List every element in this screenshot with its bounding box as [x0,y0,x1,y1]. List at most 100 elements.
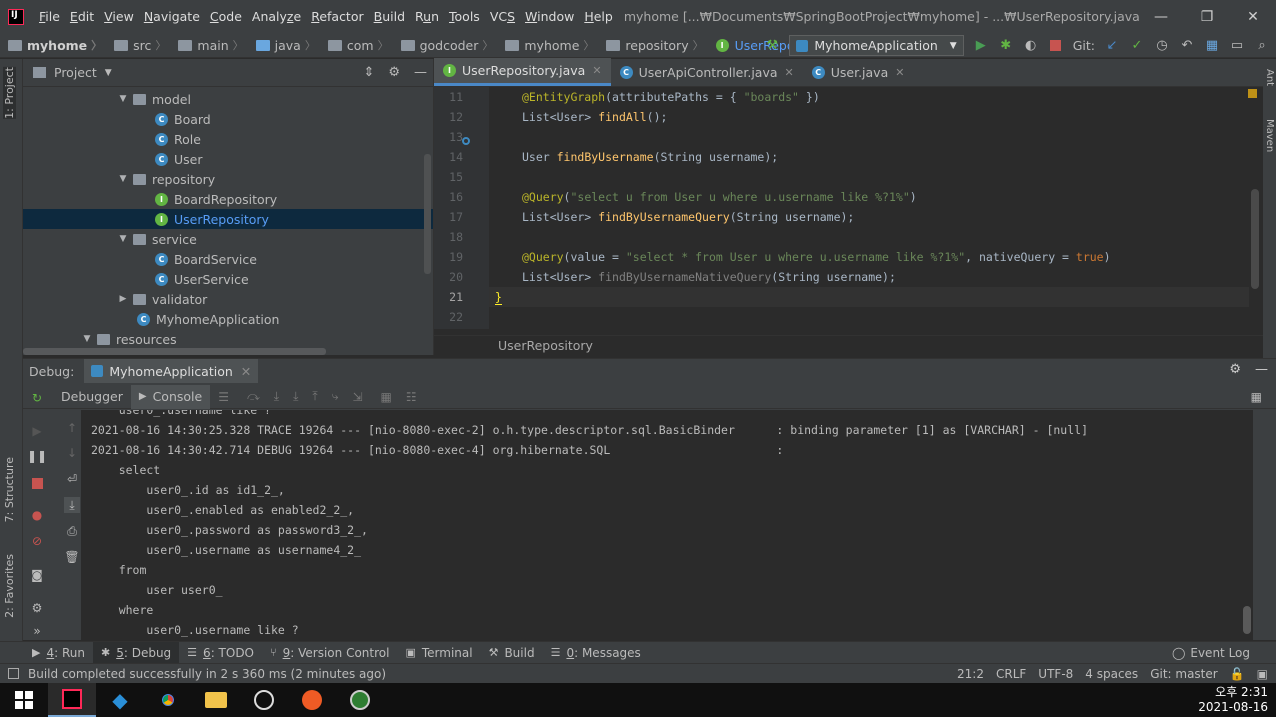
close-icon[interactable]: ✕ [241,364,251,379]
step-over-icon[interactable]: ⤼ [247,389,260,404]
resume-icon[interactable]: ▶ [29,423,45,439]
layout-icon[interactable]: ☰ [218,390,229,404]
breadcrumb-myhome[interactable]: myhome 〉 [0,37,102,53]
presentation-icon[interactable]: ▭ [1229,38,1245,54]
more-icon[interactable]: » [29,623,45,639]
warning-marker-icon[interactable] [1248,89,1257,98]
tool-tab-build[interactable]: ⚒ Build [481,642,543,664]
run-to-cursor-icon[interactable]: ⇲ [352,390,362,404]
coverage-icon[interactable]: ◐ [1023,38,1039,54]
menu-view[interactable]: View [99,9,139,24]
tree-item-resources[interactable]: ▼ resources [23,329,433,349]
project-scrollbar[interactable] [424,154,431,274]
tab-userrepository-java[interactable]: I UserRepository.java ✕ [434,58,611,86]
chevron-down-icon[interactable]: ▼ [105,68,112,78]
minimize-icon[interactable]: — [1138,0,1184,33]
tool-tab-debug[interactable]: ✱ 5: Debug [92,641,180,664]
expand-arrow-icon[interactable]: ▼ [117,174,129,184]
rerun-icon[interactable]: ↻ [29,390,45,406]
breadcrumb-main[interactable]: main 〉 [170,37,244,53]
tool-tab-versioncontrol[interactable]: ⑂ 9: Version Control [262,642,397,664]
trace-icon[interactable]: ☷ [406,390,417,404]
tab-userapicontroller-java[interactable]: C UserApiController.java ✕ [611,58,803,86]
run-icon[interactable]: ▶ [973,38,989,54]
console-output[interactable]: user0_.username like ? 2021-08-16 14:30:2… [81,410,1253,641]
menu-file[interactable]: File [34,9,65,24]
hide-icon[interactable]: — [414,65,427,80]
tree-item-service[interactable]: ▼ service [23,229,433,249]
lock-icon[interactable]: 🔓 [1230,667,1245,681]
git-update-icon[interactable]: ↙ [1104,38,1120,54]
tab-favorites[interactable]: 2: Favorites [3,554,16,618]
editor-scrollbar[interactable] [1251,189,1259,289]
tool-tab-messages[interactable]: ☰ 0: Messages [543,642,649,664]
git-commit-icon[interactable]: ✓ [1129,38,1145,54]
project-structure-icon[interactable]: ▦ [1204,38,1220,54]
file-explorer-taskbar-icon[interactable] [192,683,240,717]
stop-icon[interactable] [1048,38,1064,54]
menu-edit[interactable]: Edit [65,9,99,24]
tab-console[interactable]: ▶ Console [130,384,211,409]
tool-tab-terminal[interactable]: ▣ Terminal [397,642,480,664]
tree-item-userservice[interactable]: C UserService [23,269,433,289]
rollback-icon[interactable]: ↶ [1179,38,1195,54]
camera-icon[interactable]: ◙ [29,567,45,583]
close-icon[interactable]: ✕ [592,64,601,77]
breadcrumb-com[interactable]: com 〉 [320,37,389,53]
vscode-taskbar-icon[interactable]: ◆ [96,683,144,717]
project-title[interactable]: Project [54,65,97,80]
tree-item-user[interactable]: C User [23,149,433,169]
hide-icon[interactable]: — [1255,362,1268,377]
arrow-up-icon[interactable]: ↑ [64,420,80,436]
heidisql-taskbar-icon[interactable] [336,683,384,717]
tool-tab-run[interactable]: ▶ 4: Run [24,642,93,664]
force-step-into-icon[interactable]: ⤓ [293,389,298,404]
console-scrollbar[interactable] [1243,606,1251,634]
gear-icon[interactable]: ⚙ [1229,362,1241,377]
menu-code[interactable]: Code [205,9,247,24]
tab-project[interactable]: 1: Project [3,67,16,119]
tree-item-repository[interactable]: ▼ repository [23,169,433,189]
drop-frame-icon[interactable]: ⤷ [332,389,339,404]
breadcrumb-myhome[interactable]: myhome 〉 [497,37,594,53]
taskbar-clock[interactable]: 오후 2:31 2021-08-16 [1198,685,1268,715]
expand-arrow-icon[interactable]: ▼ [117,234,129,244]
trash-icon[interactable]: 🗑 [64,549,80,565]
intellij-taskbar-icon[interactable] [48,683,96,717]
menu-build[interactable]: Build [369,9,410,24]
debug-bug-icon[interactable]: ✱ [998,38,1014,54]
soft-wrap-icon[interactable]: ⏎ [64,471,80,487]
build-hammer-icon[interactable]: ⚒ [764,38,780,54]
menu-window[interactable]: Window [520,9,579,24]
menu-analyze[interactable]: Analyze [247,9,306,24]
menu-navigate[interactable]: Navigate [139,9,205,24]
line-separator[interactable]: CRLF [996,667,1026,681]
status-message[interactable]: Build completed successfully in 2 s 360 … [28,667,386,681]
tree-item-validator[interactable]: ▶ validator [23,289,433,309]
intellij-logo-icon[interactable] [8,8,24,25]
tab-ant[interactable]: Ant [1264,69,1275,86]
settings-icon[interactable]: ⚙ [29,600,45,616]
tool-tab-todo[interactable]: ☰ 6: TODO [179,642,262,664]
menu-help[interactable]: Help [579,9,618,24]
collapse-all-icon[interactable]: ⇕ [363,65,374,80]
chrome-taskbar-icon[interactable] [144,683,192,717]
tree-item-board[interactable]: C Board [23,109,433,129]
breadcrumb-src[interactable]: src 〉 [106,37,166,53]
close-icon[interactable]: ✕ [1230,0,1276,33]
pause-icon[interactable]: ❚❚ [27,448,47,464]
code-area[interactable]: @EntityGraph(attributePaths = { "boards"… [489,87,1249,329]
scroll-to-end-icon[interactable]: ⤓ [64,497,80,513]
status-toggle-icon[interactable] [8,668,19,679]
expand-arrow-icon[interactable]: ▼ [81,334,93,344]
windows-start-icon[interactable] [0,683,48,717]
run-configuration-select[interactable]: MyhomeApplication ▼ [789,35,964,56]
history-icon[interactable]: ◷ [1154,38,1170,54]
close-icon[interactable]: ✕ [785,66,794,79]
file-encoding[interactable]: UTF-8 [1038,667,1073,681]
indent-setting[interactable]: 4 spaces [1085,667,1138,681]
tree-item-userrepository[interactable]: I UserRepository [23,209,433,229]
tree-item-boardrepository[interactable]: I BoardRepository [23,189,433,209]
postman-taskbar-icon[interactable] [288,683,336,717]
tab-maven[interactable]: Maven [1264,119,1275,152]
